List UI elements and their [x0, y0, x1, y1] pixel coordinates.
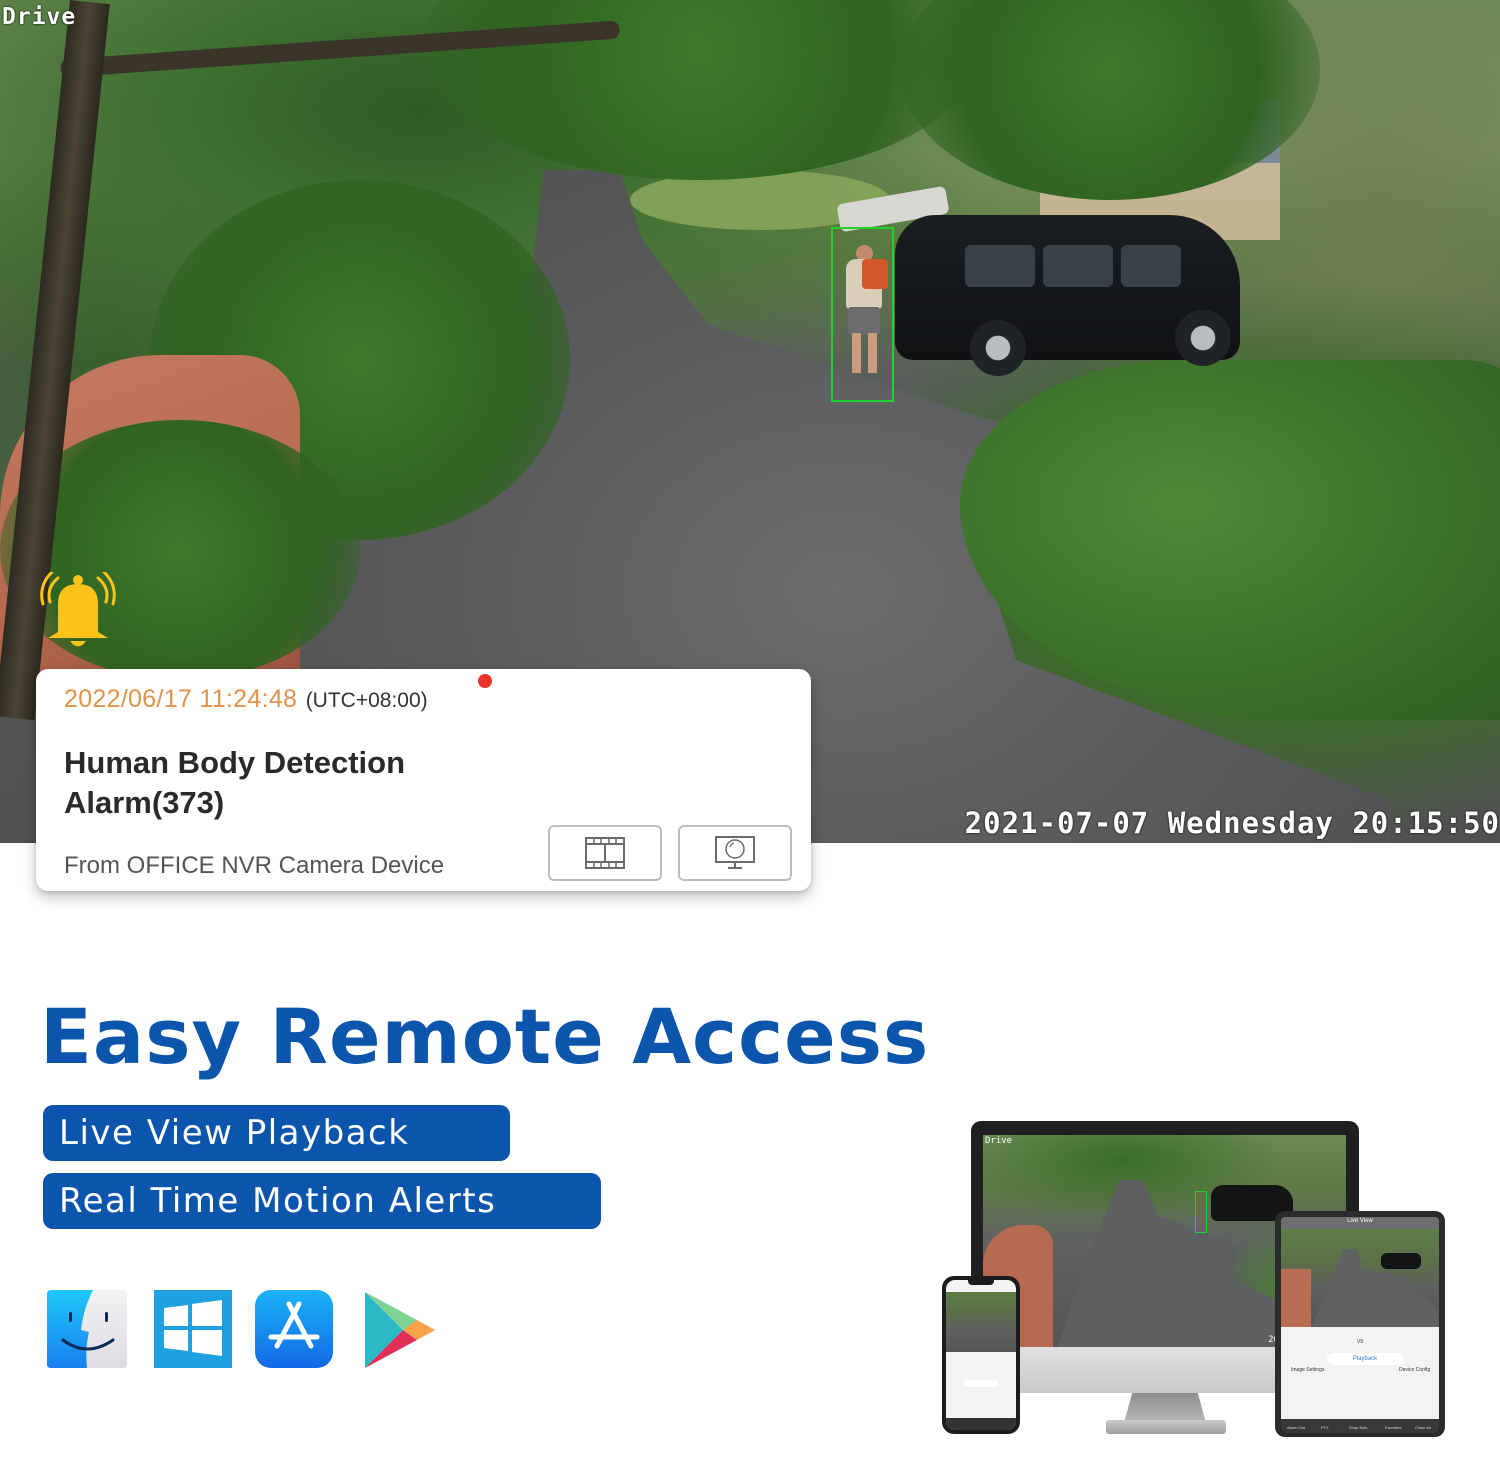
headline: Easy Remote Access [40, 992, 930, 1081]
feature-badge-motion-alerts: Real Time Motion Alerts [43, 1173, 601, 1229]
human-detection-box [1195, 1191, 1207, 1233]
tablet-nav-item: Favorites [1385, 1425, 1402, 1430]
van-window [1043, 245, 1113, 287]
tablet-nav-item: Alarm Out [1287, 1425, 1306, 1430]
minivan [895, 215, 1240, 376]
playback-button[interactable] [548, 825, 662, 881]
film-strip-icon [585, 837, 625, 869]
tablet-version-label: V9 [1356, 1339, 1364, 1345]
tablet-app-header: Live View [1281, 1217, 1439, 1229]
camera-timestamp-overlay: 2021-07-07 Wednesday 20:15:50 [964, 806, 1500, 840]
bell-ringing-icon [40, 572, 116, 647]
feature-badge-live-view-playback: Live View Playback [43, 1105, 510, 1161]
phone-live-feed [946, 1292, 1016, 1352]
hedge [960, 360, 1500, 720]
tablet-image-settings: Image Settings [1291, 1367, 1325, 1373]
human-detection-box[interactable] [831, 227, 894, 402]
phone-screen [946, 1280, 1016, 1430]
tablet-live-feed [1281, 1229, 1439, 1327]
live-view-button[interactable] [678, 825, 792, 881]
tablet-device: Live View V9 Playback Image Settings Dev… [1275, 1211, 1445, 1437]
monitor-channel-label: Drive [985, 1136, 1013, 1146]
tablet-bottom-nav: Alarm Out PTZ Snap Bulb Favorites Close … [1281, 1419, 1439, 1433]
windows-icon [154, 1290, 232, 1368]
finder-icon [47, 1290, 127, 1368]
phone-notch [968, 1280, 994, 1285]
phone-playback-button [964, 1380, 998, 1387]
alert-title: Human Body Detection Alarm(373) [64, 745, 406, 820]
van-wheel [1175, 310, 1231, 366]
app-store-icon [255, 1290, 333, 1368]
monitor-camera-icon [715, 836, 755, 869]
camera-channel-label: Drive [2, 4, 77, 30]
tablet-control-panel: V9 Playback Image Settings Device Config [1281, 1327, 1439, 1419]
monitor-stand-base [1106, 1420, 1226, 1434]
tablet-nav-item: Snap Bulb [1349, 1425, 1368, 1430]
van-window [1121, 245, 1181, 287]
tablet-device-config: Device Config [1399, 1367, 1431, 1373]
tablet-nav-item: PTZ [1321, 1425, 1329, 1430]
tree-canopy [420, 0, 980, 180]
google-play-icon [365, 1292, 435, 1368]
alert-source: From OFFICE NVR Camera Device [64, 852, 445, 879]
monitor-stand [1124, 1393, 1206, 1423]
tablet-playback-button: Playback [1327, 1353, 1403, 1365]
smartphone-device [942, 1276, 1020, 1434]
tablet-nav-item: Close All [1415, 1425, 1431, 1430]
alert-timezone: (UTC+08:00) [305, 689, 428, 712]
motion-alert-notification[interactable]: 2022/06/17 11:24:48 (UTC+08:00) Human Bo… [36, 669, 811, 891]
alert-timestamp-row: 2022/06/17 11:24:48 (UTC+08:00) [64, 685, 428, 714]
van-wheel [970, 320, 1026, 376]
alert-datetime: 2022/06/17 11:24:48 [64, 685, 298, 713]
van-window [965, 245, 1035, 287]
unread-indicator-dot [478, 674, 492, 688]
phone-bottom-nav [946, 1418, 1016, 1430]
tablet-app-title: Live View [1347, 1218, 1373, 1224]
